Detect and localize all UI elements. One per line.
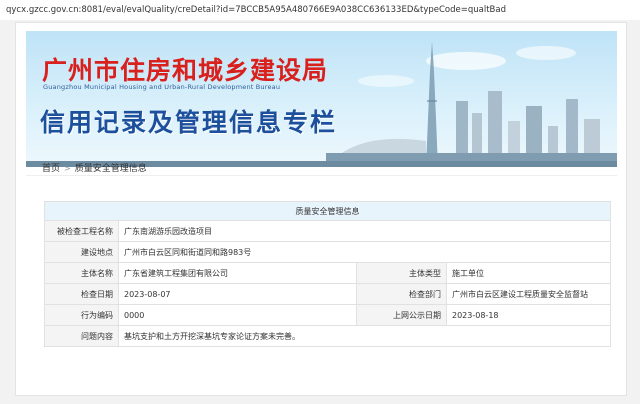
table-row: 问题内容 基坑支护和土方开挖深基坑专家论证方案未完善。 <box>44 325 611 347</box>
location-label: 建设地点 <box>44 241 119 263</box>
project-name-value: 广东南湖游乐园改造项目 <box>118 220 611 242</box>
behavior-code-value: 0000 <box>118 304 357 326</box>
issue-content-label: 问题内容 <box>44 325 119 347</box>
inspect-date-label: 检查日期 <box>44 283 119 305</box>
header-banner: 广州市住房和城乡建设局 Guangzhou Municipal Housing … <box>26 31 617 167</box>
table-row: 检查日期 2023-08-07 检查部门 广州市白云区建设工程质量安全监督站 <box>44 283 611 305</box>
page-container: 广州市住房和城乡建设局 Guangzhou Municipal Housing … <box>15 22 627 396</box>
inspect-dept-value: 广州市白云区建设工程质量安全监督站 <box>446 283 611 305</box>
table-header-row: 质量安全管理信息 <box>44 201 611 221</box>
table-row: 建设地点 广州市白云区同和街道同和路983号 <box>44 241 611 263</box>
breadcrumb: 首页 > 质量安全管理信息 <box>42 161 147 174</box>
table-row: 被检查工程名称 广东南湖游乐园改造项目 <box>44 220 611 242</box>
table-heading: 质量安全管理信息 <box>44 201 611 221</box>
publish-date-value: 2023-08-18 <box>446 304 611 326</box>
table-row: 行为编码 0000 上网公示日期 2023-08-18 <box>44 304 611 326</box>
breadcrumb-divider <box>26 175 617 176</box>
column-slogan: 信用记录及管理信息专栏 <box>40 108 338 137</box>
address-bar[interactable]: qycx.gzcc.gov.cn:8081/eval/evalQuality/c… <box>0 0 640 20</box>
table-row: 主体名称 广东省建筑工程集团有限公司 主体类型 施工单位 <box>44 262 611 284</box>
publish-date-label: 上网公示日期 <box>356 304 447 326</box>
entity-name-value: 广东省建筑工程集团有限公司 <box>118 262 357 284</box>
inspect-dept-label: 检查部门 <box>356 283 447 305</box>
location-value: 广州市白云区同和街道同和路983号 <box>118 241 611 263</box>
breadcrumb-home-link[interactable]: 首页 <box>42 164 60 174</box>
entity-name-label: 主体名称 <box>44 262 119 284</box>
entity-type-label: 主体类型 <box>356 262 447 284</box>
quality-safety-info-table: 质量安全管理信息 被检查工程名称 广东南湖游乐园改造项目 建设地点 广州市白云区… <box>44 201 611 347</box>
behavior-code-label: 行为编码 <box>44 304 119 326</box>
inspect-date-value: 2023-08-07 <box>118 283 357 305</box>
project-name-label: 被检查工程名称 <box>44 220 119 242</box>
bureau-title: 广州市住房和城乡建设局 <box>42 56 329 85</box>
breadcrumb-current: 质量安全管理信息 <box>74 164 147 174</box>
breadcrumb-separator: > <box>64 164 71 173</box>
bureau-english-name: Guangzhou Municipal Housing and Urban-Ru… <box>43 83 281 91</box>
entity-type-value: 施工单位 <box>446 262 611 284</box>
issue-content-value: 基坑支护和土方开挖深基坑专家论证方案未完善。 <box>118 325 611 347</box>
